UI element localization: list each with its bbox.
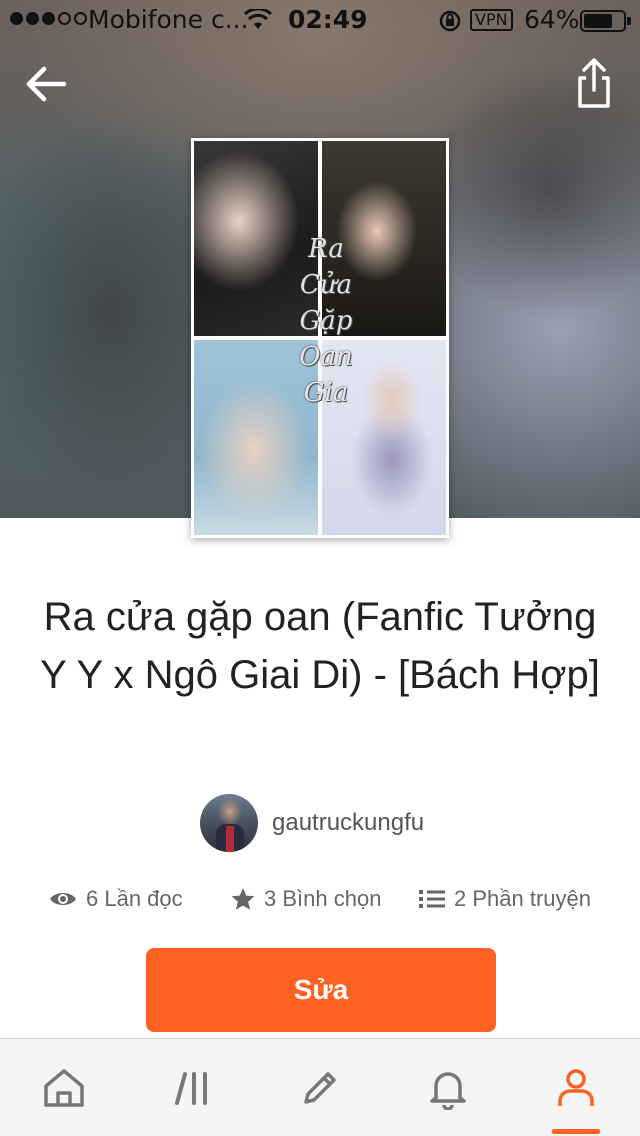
- arrow-left-icon: [26, 66, 67, 102]
- clock: 02:49: [288, 5, 368, 34]
- cover-photo: [322, 141, 446, 336]
- parts-count: 2 Phần truyện: [454, 886, 591, 911]
- pencil-icon: [304, 1072, 336, 1104]
- votes-count: 3 Bình chọn: [264, 886, 382, 911]
- tab-write[interactable]: [256, 1039, 384, 1136]
- story-cover[interactable]: Ra Cửa Gặp Oan Gia: [191, 138, 449, 538]
- battery-icon: [580, 10, 631, 32]
- battery-percentage: 64%: [524, 5, 580, 34]
- tab-profile[interactable]: [512, 1039, 640, 1136]
- back-button[interactable]: [22, 60, 72, 110]
- star-icon: [231, 888, 255, 910]
- vpn-badge: VPN: [470, 9, 513, 31]
- active-tab-indicator: [552, 1129, 600, 1134]
- eye-icon: [50, 893, 76, 905]
- home-icon: [44, 1069, 84, 1107]
- tab-library[interactable]: [128, 1039, 256, 1136]
- author-avatar[interactable]: [200, 794, 258, 852]
- share-icon: [578, 58, 610, 108]
- reads-stat: 6 Lần đọc: [48, 886, 183, 912]
- reads-count: 6 Lần đọc: [86, 886, 183, 911]
- list-icon: [419, 890, 445, 908]
- share-button[interactable]: [570, 56, 620, 112]
- cover-photo: [322, 340, 446, 535]
- parts-stat: 2 Phần truyện: [418, 886, 591, 912]
- carrier-name: Mobifone c...: [88, 5, 249, 34]
- story-title: Ra cửa gặp oan (Fanfic Tưởng Y Y x Ngô G…: [40, 595, 600, 697]
- library-icon: [175, 1072, 207, 1105]
- wifi-icon: [243, 7, 273, 37]
- tab-home[interactable]: [0, 1039, 128, 1136]
- cover-photo: [194, 340, 318, 535]
- signal-strength-icon: [10, 12, 87, 25]
- votes-stat: 3 Bình chọn: [230, 886, 381, 912]
- author-link[interactable]: gautruckungfu: [200, 794, 424, 852]
- status-bar: Mobifone c... 02:49 VPN 64%: [0, 0, 640, 40]
- author-name[interactable]: gautruckungfu: [272, 809, 424, 837]
- bell-icon: [430, 1072, 466, 1110]
- profile-icon: [558, 1069, 594, 1106]
- tab-bar: [0, 1038, 640, 1136]
- rotation-lock-icon: [438, 9, 462, 39]
- cover-photo: [194, 141, 318, 336]
- tab-notifications[interactable]: [384, 1039, 512, 1136]
- edit-button[interactable]: Sửa: [146, 948, 496, 1032]
- story-stats: 6 Lần đọc 3 Bình chọn 2 Phần truyện: [0, 880, 640, 920]
